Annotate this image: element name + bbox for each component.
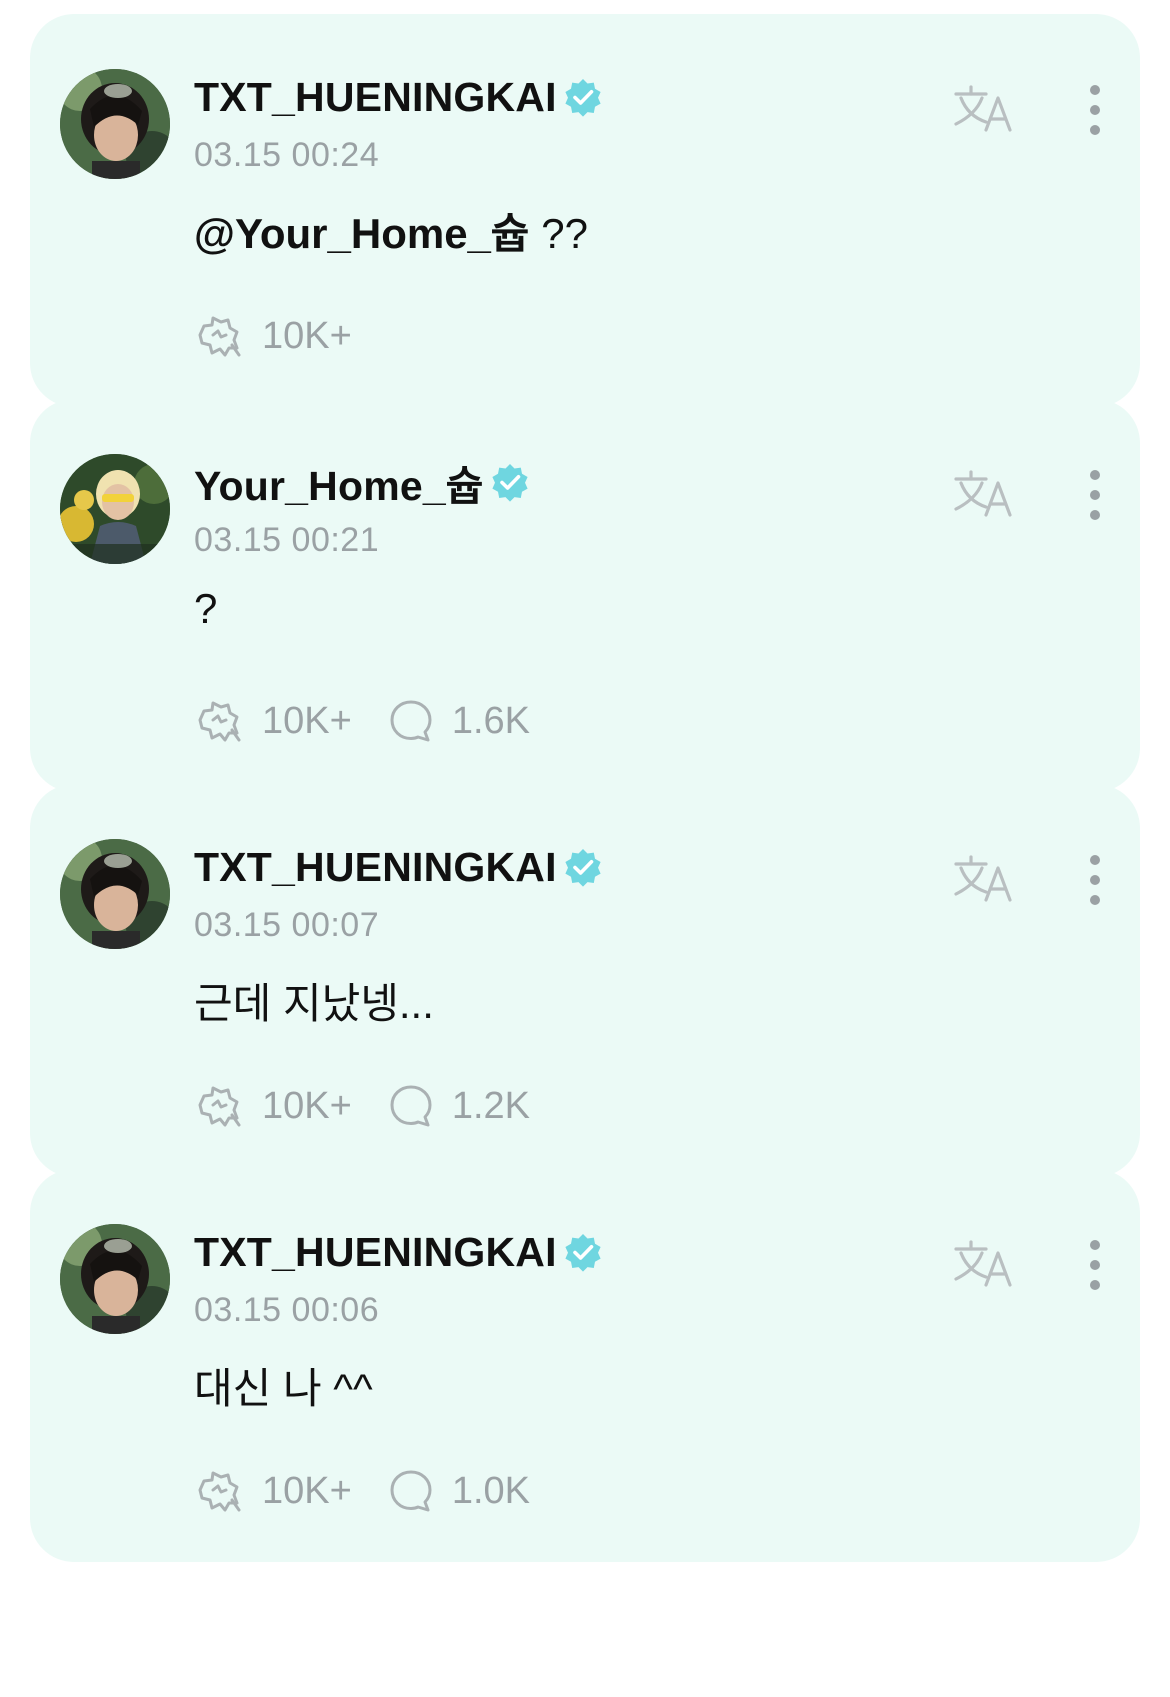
verified-badge-icon: [563, 1232, 603, 1272]
like-count: 10K+: [262, 314, 352, 357]
more-options-button[interactable]: [1080, 1237, 1110, 1293]
post-body-text: ??: [529, 210, 588, 257]
like-icon: [194, 313, 244, 359]
post-timestamp: 03.15 00:06: [194, 1291, 380, 1329]
comment-bubble-icon: [388, 1468, 434, 1514]
translate-icon[interactable]: [952, 1237, 1018, 1291]
like-icon: [194, 698, 244, 744]
post-card[interactable]: TXT_HUENINGKAI 03.15 00:24 @Your_Home_슙 …: [30, 14, 1140, 407]
verified-badge-icon: [563, 847, 603, 887]
translate-icon[interactable]: [952, 467, 1018, 521]
author-name[interactable]: TXT_HUENINGKAI: [194, 844, 557, 891]
avatar[interactable]: [60, 454, 170, 564]
more-options-button[interactable]: [1080, 82, 1110, 138]
post-feed: TXT_HUENINGKAI 03.15 00:24 @Your_Home_슙 …: [0, 0, 1170, 1697]
post-timestamp: 03.15 00:07: [194, 906, 380, 944]
more-options-button[interactable]: [1080, 467, 1110, 523]
translate-icon[interactable]: [952, 82, 1018, 136]
comment-count: 1.6K: [451, 699, 530, 742]
verified-badge-icon: [490, 462, 530, 502]
post-stats: 10K+: [194, 310, 388, 362]
post-card[interactable]: TXT_HUENINGKAI 03.15 00:06 대신 나 ^^ 10K+ …: [30, 1169, 1140, 1562]
post-stats: 10K+ 1.0K: [194, 1465, 566, 1517]
verified-badge-icon: [563, 77, 603, 117]
author-name[interactable]: Your_Home_슙: [194, 452, 484, 512]
like-count: 10K+: [262, 1469, 352, 1512]
post-card[interactable]: Your_Home_슙 03.15 00:21 ? 10K+ 1.6K: [30, 399, 1140, 792]
like-button[interactable]: 10K+: [194, 1083, 352, 1129]
post-body-text: 대신 나 ^^: [194, 1365, 373, 1412]
author-name[interactable]: TXT_HUENINGKAI: [194, 74, 557, 121]
comment-button[interactable]: 1.0K: [388, 1468, 530, 1514]
author-row: Your_Home_슙: [194, 457, 530, 509]
post-body-text: 근데 지났넹...: [194, 980, 434, 1027]
more-options-button[interactable]: [1080, 852, 1110, 908]
author-name[interactable]: TXT_HUENINGKAI: [194, 1229, 557, 1276]
author-row: TXT_HUENINGKAI: [194, 72, 603, 122]
comment-bubble-icon: [388, 698, 434, 744]
avatar[interactable]: [60, 1224, 170, 1334]
author-row: TXT_HUENINGKAI: [194, 1227, 603, 1277]
comment-button[interactable]: 1.6K: [388, 698, 530, 744]
comment-count: 1.2K: [451, 1084, 530, 1127]
like-count: 10K+: [262, 699, 352, 742]
like-button[interactable]: 10K+: [194, 1468, 352, 1514]
avatar[interactable]: [60, 839, 170, 949]
like-icon: [194, 1083, 244, 1129]
like-icon: [194, 1468, 244, 1514]
avatar[interactable]: [60, 69, 170, 179]
like-button[interactable]: 10K+: [194, 698, 352, 744]
post-body-text: ?: [194, 585, 218, 632]
mention-link[interactable]: @Your_Home_슙: [194, 210, 530, 257]
comment-button[interactable]: 1.2K: [388, 1083, 530, 1129]
post-stats: 10K+ 1.6K: [194, 695, 566, 747]
translate-icon[interactable]: [952, 852, 1018, 906]
post-card[interactable]: TXT_HUENINGKAI 03.15 00:07 근데 지났넹... 10K…: [30, 784, 1140, 1177]
post-body: ?: [194, 585, 217, 633]
post-body: 대신 나 ^^: [194, 1355, 373, 1416]
post-body: @Your_Home_슙 ??: [194, 200, 588, 261]
author-row: TXT_HUENINGKAI: [194, 842, 603, 892]
post-timestamp: 03.15 00:24: [194, 136, 380, 174]
comment-bubble-icon: [388, 1083, 434, 1129]
post-body: 근데 지났넹...: [194, 970, 434, 1031]
post-stats: 10K+ 1.2K: [194, 1080, 566, 1132]
comment-count: 1.0K: [451, 1469, 530, 1512]
like-count: 10K+: [262, 1084, 352, 1127]
post-timestamp: 03.15 00:21: [194, 521, 380, 559]
like-button[interactable]: 10K+: [194, 313, 352, 359]
